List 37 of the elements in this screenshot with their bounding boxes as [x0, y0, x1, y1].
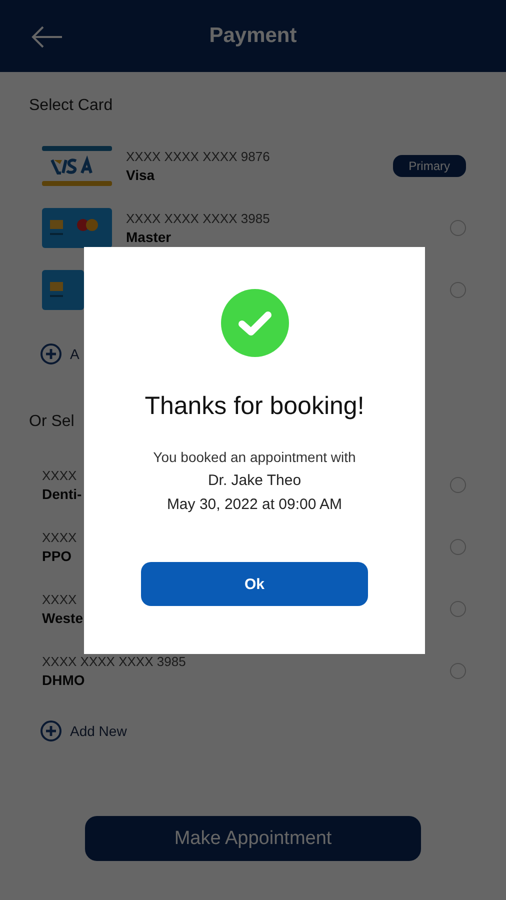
add-circle-icon[interactable] [40, 343, 62, 365]
ok-button[interactable]: Ok [141, 562, 368, 606]
card-chip-icon [42, 270, 84, 310]
plan-number: XXXX [42, 530, 77, 545]
add-new-link[interactable]: A [70, 346, 80, 362]
dialog-title: Thanks for booking! [144, 392, 364, 421]
card-name: Master [126, 229, 172, 245]
success-check-icon [220, 289, 288, 357]
radio-button[interactable] [450, 477, 466, 493]
doctor-name: Dr. Jake Theo [208, 472, 302, 489]
card-number: XXXX XXXX XXXX 9876 [126, 149, 270, 164]
plan-name: Denti- [42, 486, 82, 502]
radio-button[interactable] [450, 601, 466, 617]
section-label: Or Sel [29, 413, 74, 431]
card-name: Visa [126, 167, 155, 183]
section-label: Select Card [29, 97, 113, 115]
plan-number: XXXX XXXX XXXX 3985 [42, 654, 186, 669]
primary-badge: Primary [392, 155, 466, 177]
radio-button[interactable] [450, 539, 466, 555]
dialog-message: You booked an appointment with [153, 449, 356, 465]
make-appointment-button[interactable]: Make Appointment [85, 816, 421, 861]
add-new-link[interactable]: Add New [70, 723, 127, 739]
radio-button[interactable] [450, 220, 466, 236]
card-chip-icon [42, 208, 112, 248]
radio-button[interactable] [450, 663, 466, 679]
card-number: XXXX XXXX XXXX 3985 [126, 211, 270, 226]
appointment-time: May 30, 2022 at 09:00 AM [166, 496, 342, 513]
plan-name: DHMO [42, 672, 85, 688]
screen-title: Payment [209, 24, 297, 48]
back-arrow-icon[interactable] [31, 26, 63, 48]
plan-number: XXXX [42, 468, 77, 483]
plan-name: Weste [42, 610, 83, 626]
plan-name: PPO [42, 548, 72, 564]
add-circle-icon[interactable] [40, 720, 62, 742]
visa-card-icon [42, 146, 112, 186]
radio-button[interactable] [450, 282, 466, 298]
plan-number: XXXX [42, 592, 77, 607]
